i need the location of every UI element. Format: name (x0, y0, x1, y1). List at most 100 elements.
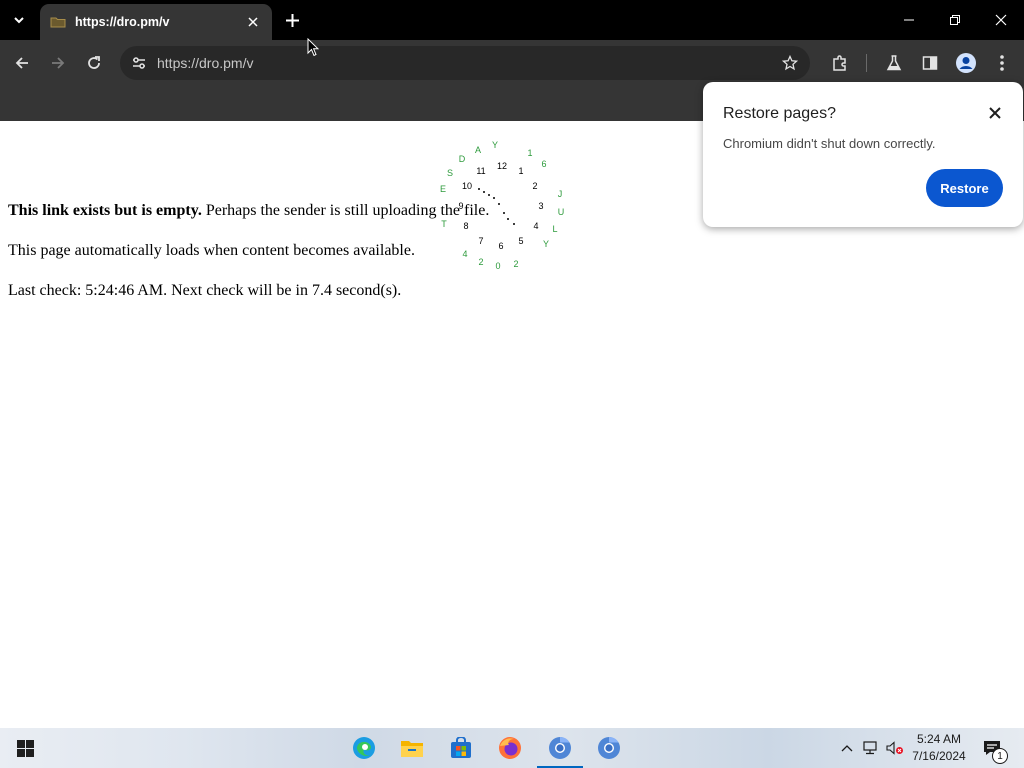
clock-hand-dot (503, 212, 505, 214)
taskbar-file-explorer[interactable] (389, 728, 435, 768)
tab-active[interactable]: https://dro.pm/v (40, 4, 272, 40)
start-button[interactable] (2, 728, 48, 768)
clock-hour-number: 12 (496, 161, 508, 171)
restore-button[interactable]: Restore (926, 169, 1003, 207)
date-ring-letter: 0 (495, 261, 501, 271)
windows-logo-icon (16, 739, 34, 757)
show-hidden-icons-button[interactable] (837, 728, 857, 768)
tab-title: https://dro.pm/v (75, 15, 170, 29)
close-icon (248, 17, 258, 27)
date-ring-letter: 2 (513, 259, 519, 269)
forward-button[interactable] (44, 49, 72, 77)
clock-hour-number: 10 (461, 181, 473, 191)
clock-hour-number: 4 (533, 221, 539, 231)
auto-load-note: This page automatically loads when conte… (8, 242, 415, 259)
restore-pages-dialog: Restore pages? Chromium didn't shut down… (703, 82, 1023, 227)
date-ring-letter: L (552, 224, 558, 234)
date-ring-letter: A (474, 145, 482, 155)
date-ring-letter: D (458, 154, 466, 164)
restore-dialog-title: Restore pages? (723, 105, 836, 122)
last-check-prefix: Last check: (8, 282, 86, 299)
next-check-seconds: 7.4 (311, 282, 332, 299)
clock-hour-number: 9 (458, 201, 464, 211)
restore-dialog-close-button[interactable] (985, 103, 1005, 123)
back-button[interactable] (8, 49, 36, 77)
date-ring-letter: S (446, 168, 454, 178)
address-bar[interactable]: https://dro.pm/v (120, 46, 810, 80)
date-ring-letter: 2 (478, 257, 484, 267)
date-ring-letter: U (557, 207, 565, 217)
clock-hand-dot (488, 194, 490, 196)
close-window-button[interactable] (978, 0, 1024, 40)
taskbar-edge[interactable] (341, 728, 387, 768)
chromium-icon (598, 737, 620, 759)
taskbar-firefox[interactable] (487, 728, 533, 768)
taskbar-date: 7/16/2024 (912, 749, 966, 763)
clock-hand-dot (507, 218, 509, 220)
next-check-suffix: second(s). (331, 282, 402, 299)
tab-search-button[interactable] (6, 7, 32, 33)
clock-hand-dot (513, 223, 515, 225)
last-check-line: Last check: 5:24:46 AM. Next check will … (8, 282, 401, 300)
minimize-button[interactable] (886, 0, 932, 40)
reload-icon (88, 56, 100, 69)
taskbar-chromium-2[interactable] (586, 728, 632, 768)
menu-button[interactable] (988, 49, 1016, 77)
firefox-icon (499, 737, 521, 759)
avatar-icon (956, 53, 976, 73)
arrow-right-icon (52, 57, 65, 69)
side-panel-button[interactable] (916, 49, 944, 77)
clock-hour-number: 7 (478, 236, 484, 246)
clock-hand-dot (498, 203, 500, 205)
chromium-icon (549, 737, 571, 759)
network-icon (863, 741, 877, 755)
new-tab-button[interactable] (280, 8, 304, 32)
folder-icon (401, 741, 423, 757)
tune-icon (133, 57, 145, 69)
tab-close-button[interactable] (244, 13, 262, 31)
close-icon (995, 14, 1007, 26)
date-ring-letter: E (439, 184, 447, 194)
profile-button[interactable] (952, 49, 980, 77)
taskbar-chromium-active[interactable] (537, 728, 583, 768)
network-button[interactable] (860, 728, 882, 768)
plus-icon (285, 13, 299, 27)
title-bar: https://dro.pm/v (0, 0, 1024, 40)
taskbar-time: 5:24 AM (916, 732, 962, 746)
extensions-button[interactable] (826, 49, 854, 77)
next-check-mid: . Next check will be in (163, 282, 312, 299)
clock-hour-number: 6 (498, 241, 504, 251)
restore-window-icon (950, 15, 960, 25)
url-text[interactable]: https://dro.pm/v (157, 55, 253, 71)
site-info-button[interactable] (128, 52, 150, 74)
side-panel-icon (922, 56, 938, 70)
clock-hour-number: 1 (518, 166, 524, 176)
restore-dialog-message: Chromium didn't shut down correctly. (723, 136, 936, 151)
mouse-cursor-icon (307, 38, 319, 57)
taskbar: 5:24 AM 7/16/2024 1 (0, 728, 1024, 768)
clock-hand-dot (478, 188, 480, 190)
cursor-clock-widget: Y 1 6 J U L Y 2 0 2 4 T E S D A 12 1 2 3… (436, 137, 572, 273)
bookmark-star-button[interactable] (780, 53, 800, 73)
star-icon (782, 55, 798, 71)
toolbar-divider (866, 54, 867, 72)
taskbar-store[interactable] (438, 728, 484, 768)
date-ring-letter: 6 (541, 159, 547, 169)
labs-button[interactable] (880, 49, 908, 77)
edge-icon (353, 737, 375, 759)
status-line-1: This link exists but is empty. Perhaps t… (8, 202, 489, 220)
clock-hour-number: 3 (538, 201, 544, 211)
puzzle-icon (833, 55, 846, 71)
empty-link-heading: This link exists but is empty. (8, 202, 202, 219)
store-icon (451, 737, 471, 758)
clock-hour-number: 11 (476, 166, 486, 176)
date-ring-letter: J (557, 189, 563, 199)
taskbar-clock[interactable]: 5:24 AM 7/16/2024 (900, 731, 978, 765)
folder-favicon-icon (50, 17, 66, 28)
reload-button[interactable] (80, 49, 108, 77)
chevron-down-icon (14, 17, 24, 24)
notification-count-badge: 1 (992, 748, 1008, 764)
clock-hour-number: 2 (532, 181, 538, 191)
chevron-up-icon (841, 745, 853, 752)
restore-window-button[interactable] (932, 0, 978, 40)
